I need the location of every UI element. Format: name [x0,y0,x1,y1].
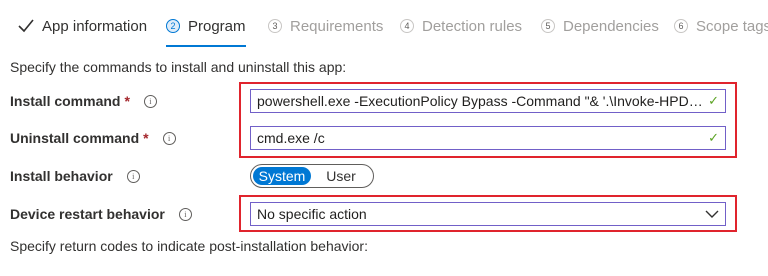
return-codes-intro: Specify return codes to indicate post-in… [10,238,368,254]
install-command-label: Install command * i [10,93,157,109]
install-behavior-toggle[interactable]: System User [250,164,374,188]
toggle-option-user[interactable]: User [311,167,371,185]
info-icon[interactable]: i [178,207,192,221]
step-number-badge: 4 [400,19,414,33]
tab-scope-tags[interactable]: 6 Scope tags [674,14,768,38]
step-number-badge: 6 [674,19,688,33]
device-restart-value: No specific action [257,206,367,222]
uninstall-command-value: cmd.exe /c [257,130,325,146]
tab-dependencies[interactable]: 5 Dependencies [541,14,659,38]
tab-label: Scope tags [696,17,768,35]
toggle-option-system[interactable]: System [253,167,311,185]
wizard-tabs: App information 2 Program 3 Requirements… [0,0,768,52]
info-icon[interactable]: i [126,169,140,183]
tab-program[interactable]: 2 Program [166,14,246,38]
step-number-badge: 3 [268,19,282,33]
install-behavior-label: Install behavior i [10,168,140,184]
install-command-input[interactable]: powershell.exe -ExecutionPolicy Bypass -… [250,89,726,113]
chevron-down-icon [705,210,719,218]
uninstall-command-label: Uninstall command * i [10,130,176,146]
tab-requirements[interactable]: 3 Requirements [268,14,383,38]
info-icon[interactable]: i [162,131,176,145]
active-tab-indicator [166,45,246,47]
install-command-value: powershell.exe -ExecutionPolicy Bypass -… [257,93,704,109]
uninstall-command-input[interactable]: cmd.exe /c ✓ [250,126,726,150]
tab-label: Requirements [290,17,384,35]
tab-label: Detection rules [422,17,523,35]
tab-label: App information [42,17,148,35]
tab-label: Dependencies [563,17,659,35]
device-restart-label: Device restart behavior i [10,206,192,222]
required-marker: * [143,130,149,146]
tab-app-information[interactable]: App information [18,14,147,38]
info-icon[interactable]: i [143,94,157,108]
section-intro: Specify the commands to install and unin… [10,59,347,75]
device-restart-dropdown[interactable]: No specific action [250,202,726,226]
required-marker: * [124,93,130,109]
tab-detection-rules[interactable]: 4 Detection rules [400,14,522,38]
step-number-badge: 5 [541,19,555,33]
valid-check-icon: ✓ [708,130,719,145]
checkmark-icon [18,19,34,33]
step-number-badge: 2 [166,19,180,33]
valid-check-icon: ✓ [708,93,719,108]
tab-label: Program [188,17,246,35]
